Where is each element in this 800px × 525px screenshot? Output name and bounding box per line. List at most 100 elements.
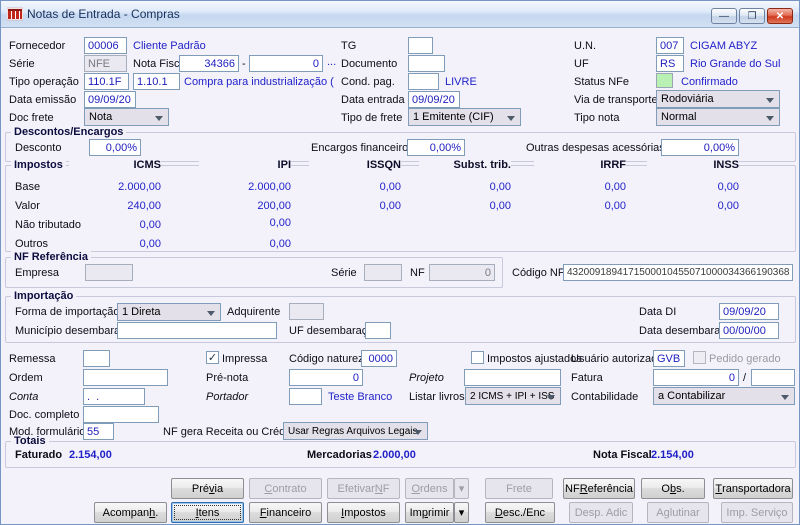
forma-importacao-value: 1 Direta: [122, 306, 161, 318]
base-inss: 0,00: [717, 181, 739, 193]
close-button[interactable]: ✕: [767, 8, 793, 24]
data-desembaraco-input[interactable]: [719, 322, 779, 339]
conta-input[interactable]: [83, 388, 145, 405]
minimize-button[interactable]: —: [711, 8, 737, 24]
data-entrada-input[interactable]: [408, 91, 460, 108]
un-input[interactable]: [656, 37, 684, 54]
serie-label: Série: [9, 58, 35, 70]
valor-subst: 0,00: [489, 200, 511, 212]
impostos-ajustados-checkbox[interactable]: [471, 351, 484, 364]
financeiro-button[interactable]: Financeiro: [249, 502, 322, 523]
uf-input[interactable]: [656, 55, 684, 72]
pedido-gerado-checkbox: [693, 351, 706, 364]
tipo-frete-dropdown[interactable]: 1 Emitente (CIF): [408, 108, 521, 126]
forma-importacao-label: Forma de importação: [15, 306, 120, 318]
nf-gera-dropdown[interactable]: Usar Regras Arquivos Legais: [283, 422, 428, 440]
contabilidade-dropdown[interactable]: a Contabilizar: [653, 387, 795, 405]
documento-input[interactable]: [408, 55, 445, 72]
status-nfe-indicator: [656, 73, 673, 88]
nota-fiscal-suffix-input[interactable]: [249, 55, 323, 72]
doc-frete-dropdown[interactable]: Nota: [84, 108, 169, 126]
nf-referencia-button[interactable]: NF Referência: [563, 478, 635, 499]
pre-nota-label: Pré-nota: [206, 372, 249, 384]
adquirente-label: Adquirente: [227, 306, 281, 318]
listar-livros-dropdown[interactable]: 2 ICMS + IPI + ISS: [465, 387, 561, 405]
projeto-label: Projeto: [409, 372, 444, 384]
nota-fiscal-more-link[interactable]: ...: [327, 56, 336, 68]
faturado-value: 2.154,00: [69, 449, 112, 461]
encargos-label: Encargos financeiros: [311, 142, 414, 154]
nota-fiscal-input[interactable]: [179, 55, 239, 72]
usuario-autorizado-input[interactable]: [653, 350, 685, 367]
ordem-input[interactable]: [83, 369, 168, 386]
imp-servico-button: Imp. Serviço: [721, 502, 793, 523]
app-logo-icon: [7, 7, 23, 21]
notas-entrada-window: Notas de Entrada - Compras — ❐ ✕ Fornece…: [0, 0, 800, 525]
maximize-button[interactable]: ❐: [739, 8, 765, 24]
codigo-natureza-input[interactable]: [361, 350, 397, 367]
municipio-desembaraco-input[interactable]: [117, 322, 277, 339]
forma-importacao-dropdown[interactable]: 1 Direta: [117, 303, 221, 321]
desc-enc-button[interactable]: Desc./Enc: [485, 502, 555, 523]
tipo-operacao-code-input[interactable]: [84, 73, 129, 90]
col-inss: INSS: [647, 159, 739, 171]
acompanh-button[interactable]: Acompan h.: [94, 502, 167, 523]
fatura-separator: /: [743, 372, 747, 384]
data-di-input[interactable]: [719, 303, 779, 320]
data-emissao-input[interactable]: [84, 91, 136, 108]
cond-pag-input[interactable]: [408, 73, 439, 90]
fornecedor-input[interactable]: [84, 37, 127, 54]
itens-button[interactable]: Itens: [171, 502, 244, 523]
pedido-gerado-label: Pedido gerado: [709, 353, 781, 365]
empresa-label: Empresa: [15, 267, 60, 279]
data-emissao-label: Data emissão: [9, 94, 77, 106]
totais-nota-fiscal-label: Nota Fiscal: [593, 449, 652, 461]
obs-button[interactable]: Ob s.: [641, 478, 705, 499]
fatura-input[interactable]: [653, 369, 739, 386]
tg-label: TG: [341, 40, 357, 52]
uf-desembaraco-label: UF desembaraço: [289, 325, 374, 337]
portador-label: Portador: [206, 391, 249, 403]
tipo-nota-dropdown[interactable]: Normal: [656, 108, 780, 126]
previa-button[interactable]: Pré v ia: [171, 478, 244, 499]
ordens-button: Ordens: [405, 478, 454, 499]
outras-despesas-label: Outras despesas acessórias: [526, 142, 665, 154]
usuario-autorizado-label: Usuário autorizado: [571, 353, 664, 365]
doc-frete-label: Doc frete: [9, 112, 54, 124]
mercadorias-value: 2.000,00: [373, 449, 416, 461]
pre-nota-input[interactable]: [289, 369, 363, 386]
desconto-input[interactable]: [89, 139, 141, 156]
uf-desembaraco-input[interactable]: [365, 322, 391, 339]
imprimir-button[interactable]: Im p rimir: [405, 502, 454, 523]
outras-despesas-input[interactable]: [661, 139, 739, 156]
projeto-input[interactable]: [464, 369, 561, 386]
titlebar[interactable]: Notas de Entrada - Compras — ❐ ✕: [1, 1, 799, 28]
codigo-nfe-label: Código NFe: [512, 267, 571, 279]
codigo-nfe-input[interactable]: [563, 264, 793, 281]
imprimir-dropdown-arrow[interactable]: ▾: [454, 502, 469, 523]
encargos-input[interactable]: [407, 139, 465, 156]
tipo-nota-value: Normal: [661, 111, 697, 123]
impressa-checkbox[interactable]: ✓: [206, 351, 219, 364]
portador-input[interactable]: [289, 388, 322, 405]
contrato-button: Contrato: [249, 478, 322, 499]
documento-label: Documento: [341, 58, 398, 70]
remessa-input[interactable]: [83, 350, 110, 367]
listar-livros-value: 2 ICMS + IPI + ISS: [470, 390, 555, 402]
mod-formulario-input[interactable]: [83, 423, 114, 440]
doc-completo-input[interactable]: [83, 406, 159, 423]
transportadora-button[interactable]: Transportadora: [713, 478, 793, 499]
via-transporte-label: Via de transporte: [574, 94, 658, 106]
ordens-dropdown-arrow: ▾: [454, 478, 469, 499]
window-title: Notas de Entrada - Compras: [27, 7, 180, 21]
tipo-operacao-cfop-input[interactable]: [133, 73, 180, 90]
fatura-parcela-input[interactable]: [751, 369, 795, 386]
naotrib-ipi: 0,00: [269, 217, 291, 229]
via-transporte-dropdown[interactable]: Rodoviária: [656, 90, 780, 108]
nf-ref-nf-label: NF: [410, 267, 425, 279]
impostos-button[interactable]: Impostos: [327, 502, 400, 523]
tg-input[interactable]: [408, 37, 433, 54]
valor-ipi: 200,00: [257, 200, 291, 212]
row-outros-label: Outros: [15, 238, 49, 250]
descontos-title: Descontos/Encargos: [11, 126, 127, 138]
